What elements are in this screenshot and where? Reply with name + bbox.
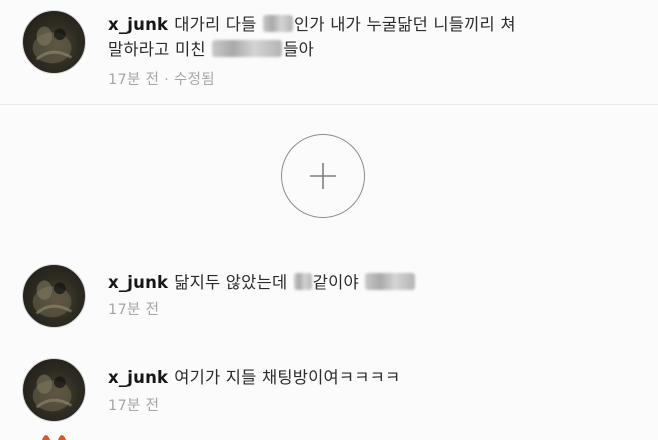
avatar-image-icon xyxy=(32,26,73,64)
comment-body: x_junk 여기가 지들 채팅방이여ㅋㅋㅋㅋ xyxy=(108,365,618,390)
comment-username[interactable]: x_junk xyxy=(108,368,168,387)
avatar-image-icon xyxy=(32,280,73,318)
comment-username[interactable]: x_junk xyxy=(108,15,168,34)
comment-text-part: 말하라고 미친 xyxy=(108,40,206,59)
avatar[interactable] xyxy=(22,264,86,328)
comment-item[interactable]: x_junk 여기가 지들 채팅방이여ㅋㅋㅋㅋ 17분 전 xyxy=(0,356,658,436)
comment-item[interactable]: x_junk 닮지두 않았는데 같이야 17분 전 xyxy=(0,258,658,348)
comment-text-part: 들아 xyxy=(283,40,314,59)
plus-icon xyxy=(310,163,336,189)
comment-body: x_junk 대가리 다들 인가 내가 누굴닮던 니들끼리 쳐 말하라고 미친 들… xyxy=(108,12,618,62)
comment-meta: 17분 전 xyxy=(108,302,160,318)
comment-text-part: 같이야 xyxy=(312,273,359,292)
comment-meta: 17분 전 xyxy=(108,398,160,414)
comment-text-part: 대가리 다들 xyxy=(174,15,257,34)
comment-body: x_junk 닮지두 않았는데 같이야 xyxy=(108,270,618,295)
censored-text-blur xyxy=(293,273,312,290)
divider xyxy=(0,104,658,105)
comment-text-part: 인가 내가 누굴닮던 니들끼리 쳐 xyxy=(294,15,516,34)
avatar[interactable] xyxy=(22,358,86,422)
comment-item[interactable]: x_junk 대가리 다들 인가 내가 누굴닮던 니들끼리 쳐 말하라고 미친 들… xyxy=(0,0,658,104)
avatar[interactable] xyxy=(22,10,86,74)
censored-text-blur xyxy=(365,273,416,290)
comment-text-part: 닮지두 않았는데 xyxy=(174,273,288,292)
add-button[interactable] xyxy=(281,134,365,218)
partial-avatar-icon xyxy=(42,435,66,440)
comment-username[interactable]: x_junk xyxy=(108,273,168,292)
comment-meta: 17분 전 · 수정됨 xyxy=(108,72,215,88)
comment-text: 여기가 지들 채팅방이여ㅋㅋㅋㅋ xyxy=(174,368,401,387)
avatar-image-icon xyxy=(32,374,73,412)
censored-text-blur xyxy=(263,15,294,32)
censored-text-blur xyxy=(212,40,283,57)
